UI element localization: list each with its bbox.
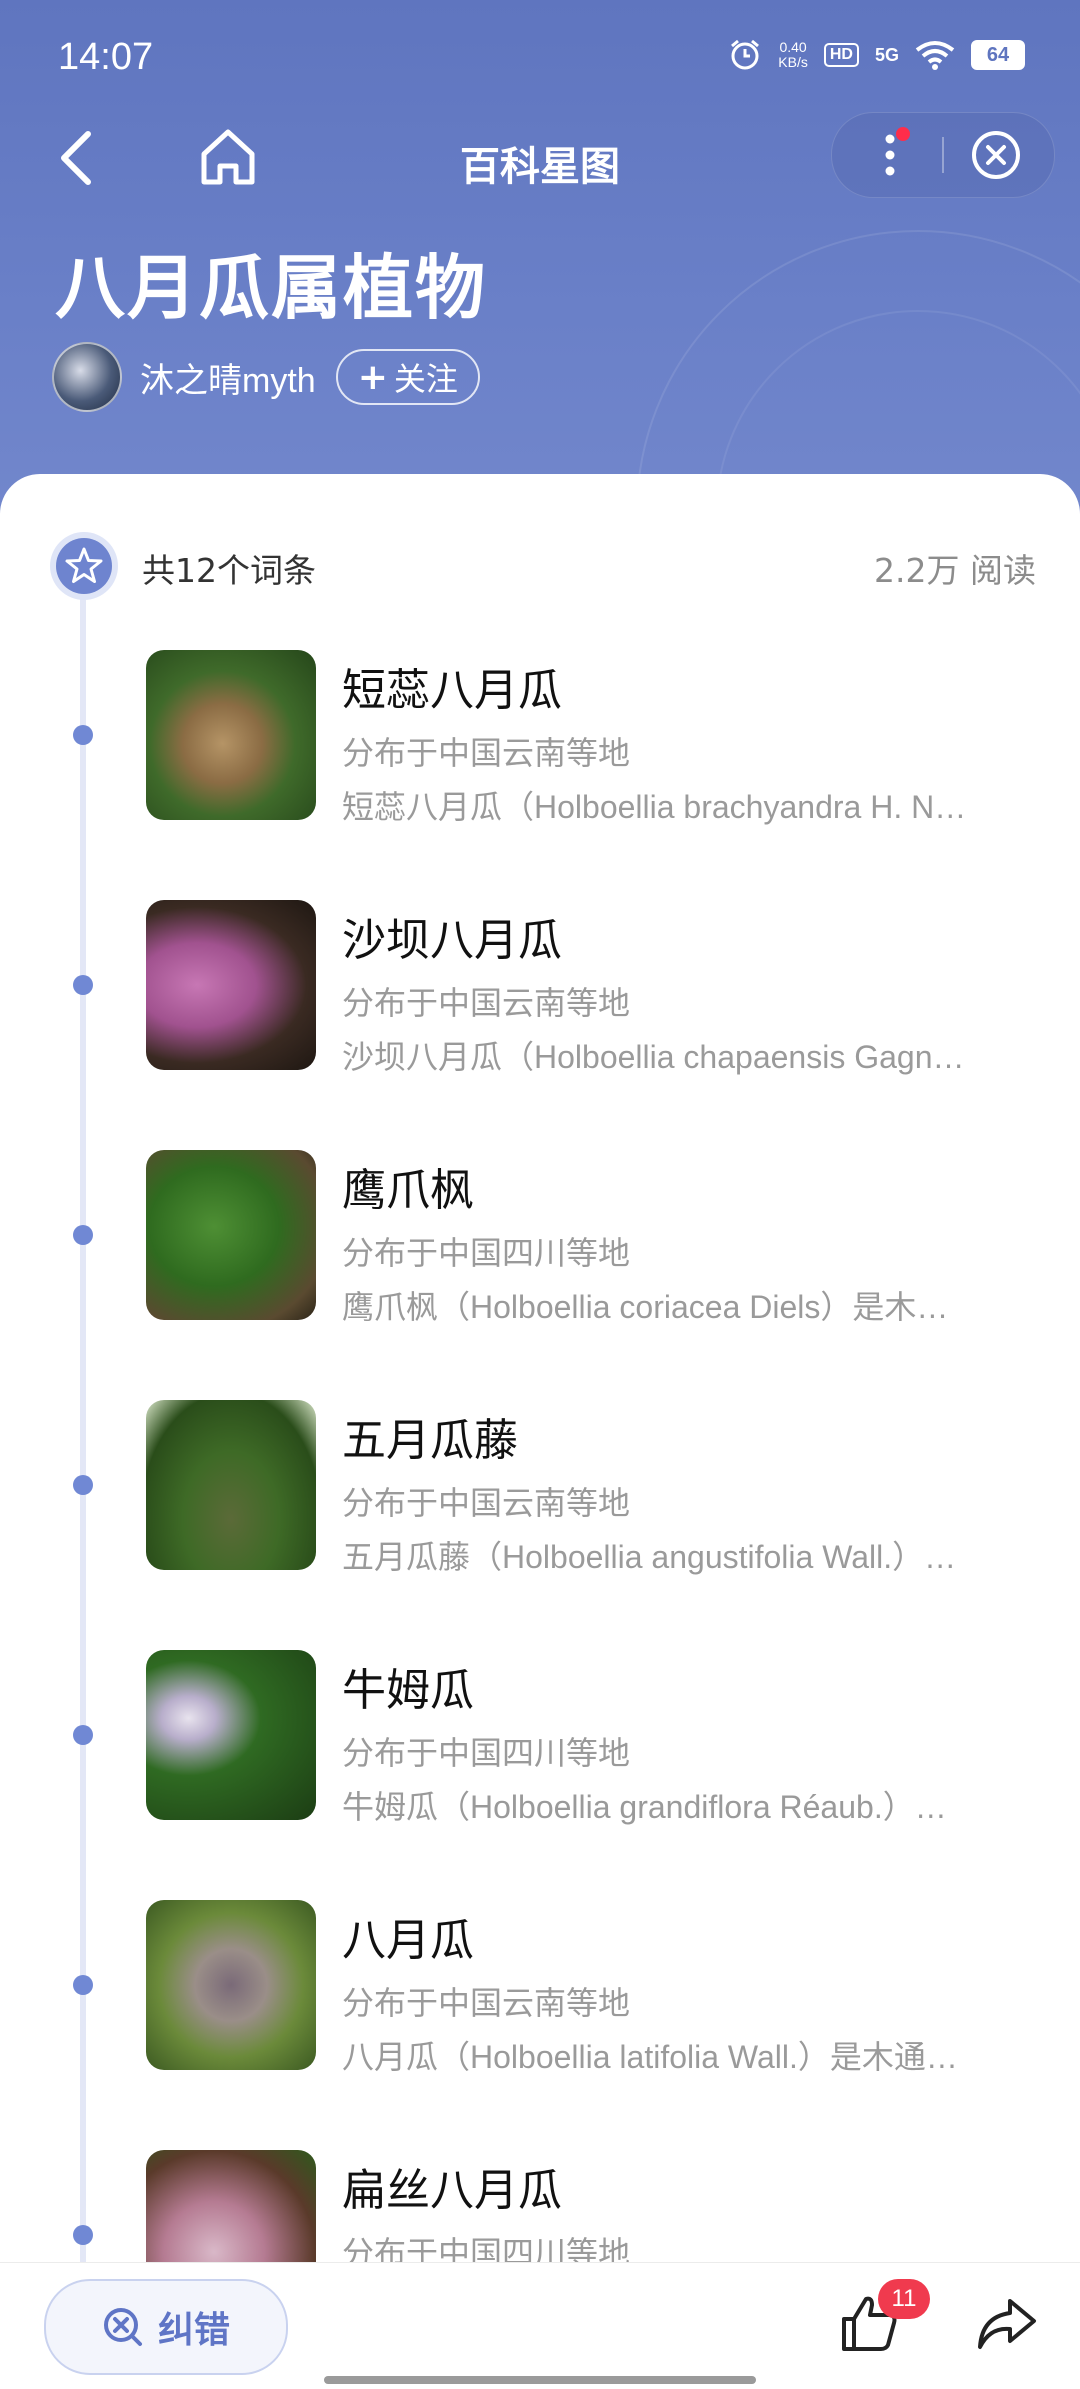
notification-dot bbox=[896, 127, 910, 141]
mini-program-capsule bbox=[831, 112, 1055, 198]
status-time: 14:07 bbox=[58, 36, 154, 78]
item-description: 五月瓜藤（Holboellia angustifolia Wall.）… bbox=[342, 1539, 957, 1575]
follow-label: 关注 bbox=[393, 360, 458, 398]
item-description: 八月瓜（Holboellia latifolia Wall.）是木通… bbox=[342, 2039, 958, 2075]
net-speed-unit: KB/s bbox=[778, 54, 808, 70]
status-icons: 0.40 KB/s HD 5G 64 bbox=[728, 38, 1025, 72]
like-count-badge: 11 bbox=[878, 2279, 930, 2319]
item-description: 短蕊八月瓜（Holboellia brachyandra H. N… bbox=[342, 789, 967, 825]
read-count: 2.2万 阅读 bbox=[874, 551, 1036, 590]
item-region: 分布于中国四川等地 bbox=[342, 2234, 631, 2264]
item-description: 鹰爪枫（Holboellia coriacea Diels）是木… bbox=[342, 1289, 949, 1325]
net-speed: 0.40 KB/s bbox=[778, 40, 808, 70]
capsule-divider bbox=[942, 137, 944, 173]
list-item[interactable]: 短蕊八月瓜 分布于中国云南等地 短蕊八月瓜（Holboellia brachya… bbox=[0, 650, 1080, 850]
avatar[interactable] bbox=[52, 342, 122, 412]
timeline-dot bbox=[73, 725, 93, 745]
plant-thumbnail bbox=[146, 900, 316, 1070]
timeline-dot bbox=[73, 1475, 93, 1495]
timeline-dot bbox=[73, 1975, 93, 1995]
list-item[interactable]: 鹰爪枫 分布于中国四川等地 鹰爪枫（Holboellia coriacea Di… bbox=[0, 1150, 1080, 1350]
header: 14:07 0.40 KB/s HD 5G 64 百科星图 八月瓜属植物 沐之晴… bbox=[0, 0, 1080, 520]
star-icon bbox=[56, 538, 112, 594]
wifi-icon bbox=[915, 41, 955, 70]
item-title: 沙坝八月瓜 bbox=[342, 915, 562, 966]
item-region: 分布于中国云南等地 bbox=[342, 1484, 631, 1522]
item-title: 八月瓜 bbox=[342, 1915, 474, 1966]
timeline-dot bbox=[73, 2225, 93, 2245]
alarm-icon bbox=[731, 39, 760, 70]
item-title: 短蕊八月瓜 bbox=[342, 665, 562, 716]
share-icon[interactable] bbox=[974, 2291, 1038, 2355]
plant-thumbnail bbox=[146, 1650, 316, 1820]
nav-bar: 百科星图 bbox=[0, 110, 1080, 210]
page-title: 八月瓜属植物 bbox=[55, 247, 487, 329]
net-speed-value: 0.40 bbox=[779, 39, 807, 55]
plant-thumbnail bbox=[146, 1900, 316, 2070]
item-region: 分布于中国四川等地 bbox=[342, 1734, 631, 1772]
item-description: 牛姆瓜（Holboellia grandiflora Réaub.）… bbox=[342, 1789, 947, 1825]
item-description: 沙坝八月瓜（Holboellia chapaensis Gagn… bbox=[342, 1039, 965, 1075]
author-name[interactable]: 沐之晴myth bbox=[140, 353, 316, 402]
hd-badge: HD bbox=[823, 43, 859, 67]
plant-thumbnail bbox=[146, 1400, 316, 1570]
item-region: 分布于中国云南等地 bbox=[342, 734, 631, 772]
entry-count: 共12个词条 bbox=[142, 551, 316, 590]
bottom-bar: 纠错 11 bbox=[0, 2262, 1080, 2389]
home-indicator bbox=[324, 2376, 756, 2384]
item-region: 分布于中国四川等地 bbox=[342, 1234, 631, 1272]
battery-indicator: 64 bbox=[971, 40, 1025, 70]
item-title: 鹰爪枫 bbox=[342, 1165, 474, 1216]
list-item[interactable]: 牛姆瓜 分布于中国四川等地 牛姆瓜（Holboellia grandiflora… bbox=[0, 1650, 1080, 1850]
author-row: 沐之晴myth + 关注 bbox=[52, 342, 480, 412]
item-title: 五月瓜藤 bbox=[342, 1415, 518, 1466]
list-item[interactable]: 沙坝八月瓜 分布于中国云南等地 沙坝八月瓜（Holboellia chapaen… bbox=[0, 900, 1080, 1100]
list-item[interactable]: 五月瓜藤 分布于中国云南等地 五月瓜藤（Holboellia angustifo… bbox=[0, 1400, 1080, 1600]
item-region: 分布于中国云南等地 bbox=[342, 1984, 631, 2022]
plant-thumbnail bbox=[146, 650, 316, 820]
close-icon[interactable] bbox=[970, 129, 1022, 181]
timeline-dot bbox=[73, 1225, 93, 1245]
timeline-dot bbox=[73, 975, 93, 995]
timeline-dot bbox=[73, 1725, 93, 1745]
correct-label: 纠错 bbox=[157, 2310, 230, 2351]
list-item[interactable]: 扁丝八月瓜 分布于中国四川等地 bbox=[0, 2150, 1080, 2264]
entry-list-card: 共12个词条 2.2万 阅读 短蕊八月瓜 分布于中国云南等地 短蕊八月瓜（Hol… bbox=[0, 474, 1080, 2264]
status-bar: 14:07 0.40 KB/s HD 5G 64 bbox=[0, 0, 1080, 110]
item-title: 扁丝八月瓜 bbox=[342, 2165, 562, 2216]
summary-row: 共12个词条 2.2万 阅读 bbox=[0, 534, 1080, 610]
plant-thumbnail bbox=[146, 2150, 316, 2264]
list-item[interactable]: 八月瓜 分布于中国云南等地 八月瓜（Holboellia latifolia W… bbox=[0, 1900, 1080, 2100]
correct-error-button[interactable]: 纠错 bbox=[44, 2279, 288, 2375]
error-correct-icon bbox=[103, 2308, 142, 2346]
plus-icon: + bbox=[357, 356, 388, 398]
follow-button[interactable]: + 关注 bbox=[335, 349, 480, 405]
item-title: 牛姆瓜 bbox=[342, 1665, 474, 1716]
plant-thumbnail bbox=[146, 1150, 316, 1320]
item-region: 分布于中国云南等地 bbox=[342, 984, 631, 1022]
signal-5g-icon: 5G bbox=[874, 44, 899, 65]
